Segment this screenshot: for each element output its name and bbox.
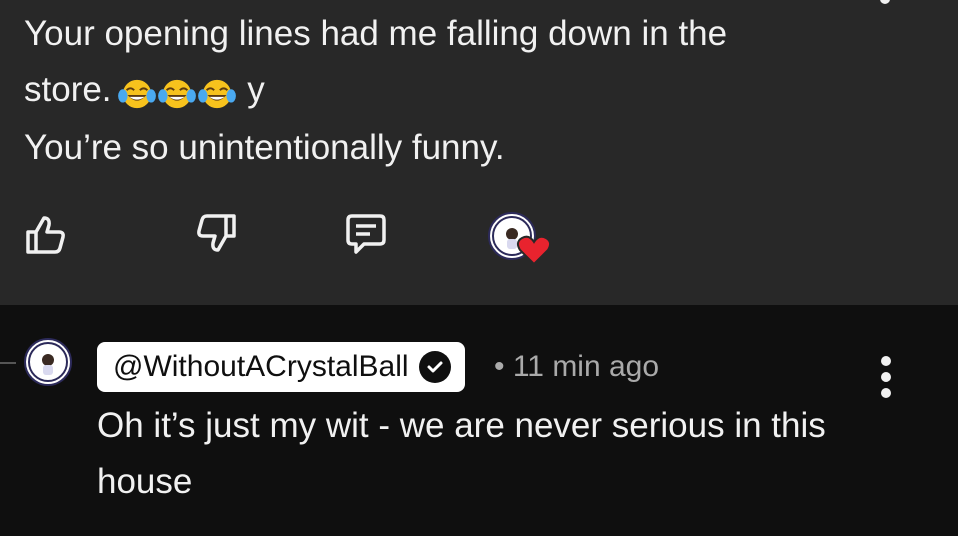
highlighted-comment: Your opening lines had me falling down i… (0, 0, 958, 305)
overflow-menu-icon[interactable] (880, 0, 890, 4)
thread-connector (0, 362, 16, 364)
dislike-button[interactable] (190, 208, 242, 260)
thumbs-down-icon (197, 214, 236, 252)
comment-action-bar (0, 200, 958, 270)
comment-line-3: You’re so unintentionally funny. (24, 127, 505, 167)
comment-body: Your opening lines had me falling down i… (24, 6, 884, 176)
reply-body: Oh it’s just my wit - we are never serio… (97, 406, 826, 501)
creator-handle-chip[interactable]: @WithoutACrystalBall (97, 342, 465, 392)
tears-of-joy-emoji-icon (117, 79, 156, 108)
creator-heart-badge[interactable] (486, 212, 554, 270)
reply-author-handle: @WithoutACrystalBall (113, 350, 409, 383)
thumbs-up-icon (26, 216, 65, 254)
comment-line-1: Your opening lines had me falling down i… (24, 14, 728, 53)
comment-line-2-suffix: y (237, 70, 265, 109)
reply-overflow-menu-icon[interactable] (876, 356, 896, 402)
reply-avatar-image (28, 342, 68, 382)
emoji-group (117, 64, 238, 120)
creator-heart-icon (516, 235, 552, 266)
reply-button[interactable] (340, 208, 392, 260)
verified-check-icon (418, 351, 451, 383)
reply-avatar[interactable] (24, 338, 72, 386)
comment-line-2-prefix: store. (24, 70, 112, 109)
tears-of-joy-emoji-icon (197, 79, 236, 108)
tears-of-joy-emoji-icon (157, 79, 196, 108)
reply-timestamp: • 11 min ago (494, 350, 660, 383)
reply-comment-icon (346, 214, 386, 254)
like-button[interactable] (20, 208, 72, 260)
comment-line-2: store. y (24, 62, 884, 120)
